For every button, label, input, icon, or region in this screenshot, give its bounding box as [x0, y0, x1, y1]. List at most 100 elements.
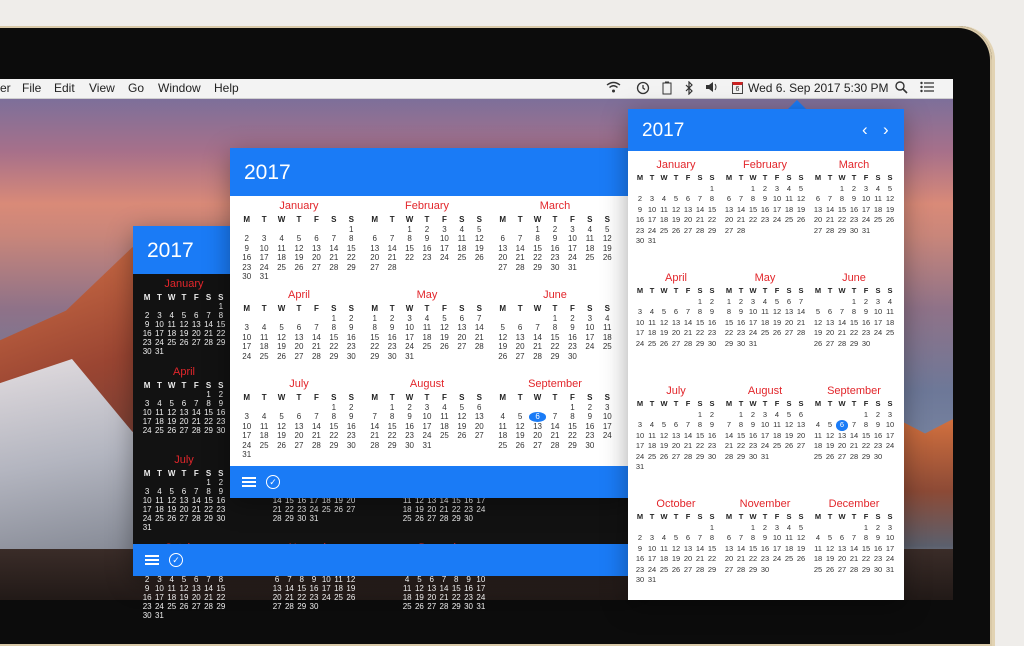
day-cell[interactable]: 23	[747, 441, 759, 452]
day-cell[interactable]: 8	[860, 420, 872, 431]
day-cell[interactable]: 27	[682, 565, 694, 576]
day-cell[interactable]: 14	[202, 584, 214, 593]
day-cell[interactable]: 16	[634, 215, 646, 226]
day-cell[interactable]: 18	[153, 417, 165, 426]
day-cell[interactable]: 14	[694, 205, 706, 216]
day-cell[interactable]: 9	[546, 234, 563, 244]
day-cell[interactable]: 27	[529, 441, 546, 451]
day-cell[interactable]: 7	[202, 575, 214, 584]
day-cell[interactable]: 20	[723, 554, 735, 565]
day-cell[interactable]: 28	[190, 426, 202, 435]
day-cell[interactable]: 18	[255, 431, 272, 441]
day-cell[interactable]: 14	[723, 431, 735, 442]
day-cell[interactable]: 29	[706, 226, 718, 237]
day-cell[interactable]: 22	[283, 505, 295, 514]
day-cell[interactable]: 28	[735, 226, 747, 237]
day-cell[interactable]: 5	[471, 225, 488, 235]
day-cell[interactable]: 17	[475, 584, 487, 593]
day-cell[interactable]: 20	[682, 215, 694, 226]
day-cell[interactable]: 18	[273, 253, 290, 263]
day-cell[interactable]: 1	[747, 184, 759, 195]
day-cell[interactable]: 16	[759, 205, 771, 216]
day-cell[interactable]: 19	[599, 244, 616, 254]
day-cell[interactable]: 27	[271, 602, 283, 611]
day-cell[interactable]: 23	[546, 253, 563, 263]
day-cell[interactable]: 19	[166, 505, 178, 514]
day-cell[interactable]: 1	[723, 297, 735, 308]
day-cell[interactable]: 3	[141, 487, 153, 496]
day-cell[interactable]: 21	[366, 431, 383, 441]
day-cell[interactable]: 28	[824, 226, 836, 237]
day-cell[interactable]: 31	[255, 272, 272, 282]
menu-file[interactable]: File	[22, 81, 41, 95]
day-cell[interactable]: 8	[747, 533, 759, 544]
day-cell[interactable]: 10	[581, 323, 598, 333]
day-cell[interactable]: 25	[812, 565, 824, 576]
day-cell[interactable]: 23	[581, 431, 598, 441]
day-cell[interactable]: 20	[308, 253, 325, 263]
day-cell[interactable]: 19	[511, 431, 528, 441]
day-cell[interactable]: 25	[872, 215, 884, 226]
day-cell[interactable]: 27	[682, 226, 694, 237]
day-cell[interactable]: 10	[634, 431, 646, 442]
day-cell[interactable]: 12	[824, 431, 836, 442]
day-cell[interactable]: 12	[658, 318, 670, 329]
day-cell[interactable]: 5	[670, 533, 682, 544]
day-cell[interactable]: 22	[723, 328, 735, 339]
day-cell[interactable]: 28	[723, 452, 735, 463]
day-cell[interactable]: 5	[599, 225, 616, 235]
day-cell[interactable]: 11	[646, 431, 658, 442]
day-cell[interactable]: 6	[271, 575, 283, 584]
day-cell[interactable]: 11	[401, 584, 413, 593]
day-cell[interactable]: 24	[599, 431, 616, 441]
day-cell[interactable]: 13	[670, 431, 682, 442]
day-cell[interactable]: 27	[824, 339, 836, 350]
day-cell[interactable]: 23	[759, 554, 771, 565]
day-cell[interactable]: 2	[872, 410, 884, 421]
day-cell[interactable]: 9	[383, 323, 400, 333]
day-cell[interactable]: 15	[366, 333, 383, 343]
day-cell[interactable]: 20	[426, 593, 438, 602]
day-cell[interactable]: 6	[366, 234, 383, 244]
day-cell[interactable]: 9	[215, 399, 227, 408]
day-cell[interactable]: 11	[759, 307, 771, 318]
day-cell[interactable]: 21	[836, 328, 848, 339]
day-cell[interactable]: 6	[426, 575, 438, 584]
day-cell[interactable]: 28	[836, 339, 848, 350]
day-cell[interactable]: 11	[812, 431, 824, 442]
day-cell[interactable]: 22	[343, 253, 360, 263]
day-cell[interactable]: 11	[884, 307, 896, 318]
day-cell[interactable]: 13	[366, 244, 383, 254]
day-cell[interactable]: 14	[529, 333, 546, 343]
day-cell[interactable]: 15	[401, 244, 418, 254]
day-cell[interactable]: 8	[202, 399, 214, 408]
day-cell[interactable]: 12	[824, 544, 836, 555]
day-cell[interactable]: 29	[450, 514, 462, 523]
day-cell[interactable]: 19	[166, 417, 178, 426]
day-cell[interactable]: 25	[759, 328, 771, 339]
day-cell[interactable]: 6	[290, 323, 307, 333]
day-cell[interactable]: 22	[836, 215, 848, 226]
day-cell[interactable]: 2	[860, 297, 872, 308]
day-cell[interactable]: 9	[564, 323, 581, 333]
wifi-icon[interactable]	[606, 81, 621, 96]
day-cell[interactable]: 23	[706, 441, 718, 452]
day-cell[interactable]: 18	[332, 584, 344, 593]
day-cell[interactable]: 19	[795, 544, 807, 555]
day-cell[interactable]: 27	[836, 565, 848, 576]
day-cell[interactable]: 25	[599, 342, 616, 352]
day-cell[interactable]: 7	[694, 533, 706, 544]
day-cell[interactable]: 28	[366, 441, 383, 451]
day-cell[interactable]: 24	[634, 339, 646, 350]
day-cell[interactable]: 21	[308, 342, 325, 352]
day-cell[interactable]: 26	[345, 593, 357, 602]
day-cell[interactable]: 10	[747, 307, 759, 318]
day-cell[interactable]: 22	[848, 328, 860, 339]
day-cell[interactable]: 10	[238, 333, 255, 343]
day-cell[interactable]: 6	[494, 234, 511, 244]
day-cell[interactable]: 28	[735, 565, 747, 576]
day-cell[interactable]: 16	[343, 422, 360, 432]
day-cell[interactable]: 19	[824, 554, 836, 565]
day-cell[interactable]: 29	[546, 352, 563, 362]
day-cell[interactable]: 19	[783, 431, 795, 442]
